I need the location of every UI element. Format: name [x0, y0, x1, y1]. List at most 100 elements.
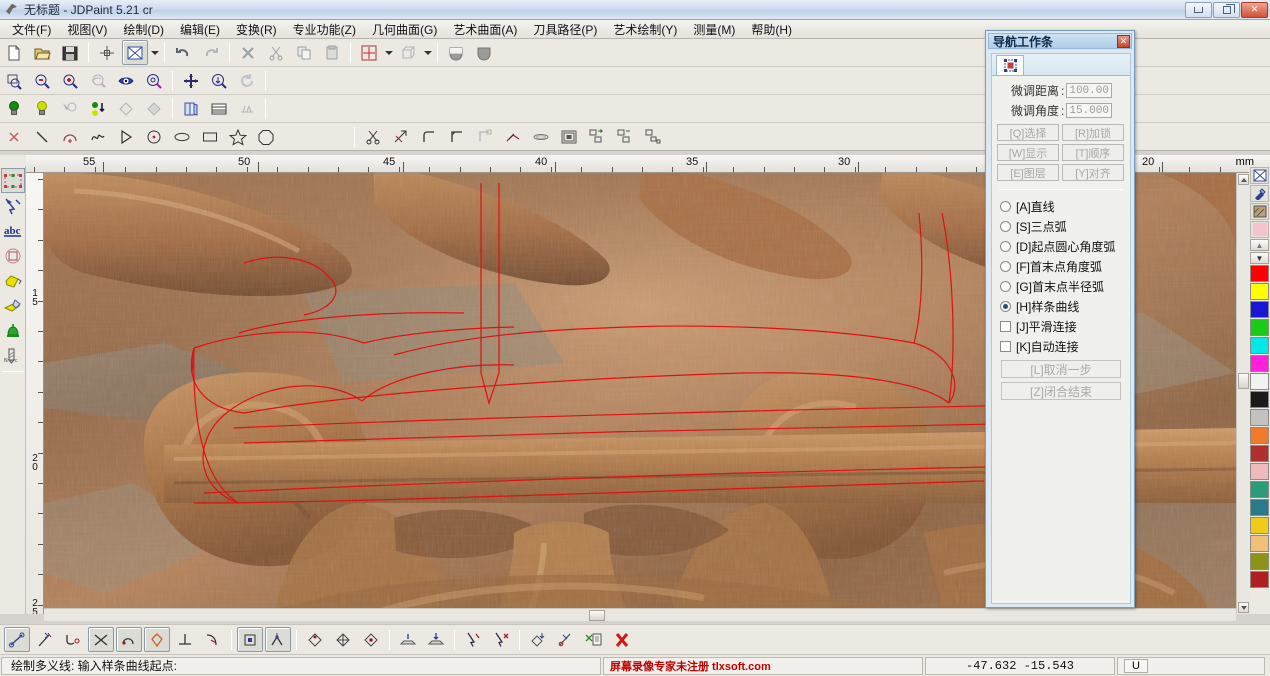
btn-order[interactable]: [T]顺序 — [1062, 144, 1124, 161]
color-swatch[interactable] — [1250, 355, 1269, 372]
array-icon-1[interactable] — [584, 124, 610, 149]
offset-angle-icon[interactable] — [500, 124, 526, 149]
zoom-all-icon[interactable] — [113, 68, 139, 93]
color-swatch[interactable] — [1250, 571, 1269, 588]
radio-indicator[interactable] — [1000, 280, 1011, 292]
view-box-icon[interactable] — [122, 40, 148, 65]
flatten-icon[interactable] — [395, 627, 421, 652]
star-icon[interactable] — [225, 124, 251, 149]
arc-icon[interactable] — [57, 124, 83, 149]
radio-line[interactable]: [A]直线 — [997, 196, 1125, 216]
checkbox-indicator[interactable] — [1000, 340, 1011, 352]
open-file-icon[interactable] — [29, 40, 55, 65]
vertical-ruler[interactable]: 15 20 25 — [26, 173, 44, 614]
zoom-in-icon[interactable] — [57, 68, 83, 93]
shape-orange-icon[interactable] — [144, 627, 170, 652]
delete-icon[interactable] — [235, 40, 261, 65]
restore-button[interactable] — [1213, 1, 1240, 18]
canvas-vscrollbar[interactable] — [1236, 173, 1249, 614]
radio-three-point-arc[interactable]: [S]三点弧 — [997, 216, 1125, 236]
btn-close-finish[interactable]: [Z]闭合结束 — [1001, 382, 1121, 400]
rectangle-icon[interactable] — [197, 124, 223, 149]
zoom-previous-icon[interactable] — [85, 68, 111, 93]
color-swatch[interactable] — [1250, 499, 1269, 516]
spline-icon[interactable] — [85, 124, 111, 149]
radio-start-center-angle-arc[interactable]: [D]起点圆心角度弧 — [997, 236, 1125, 256]
texture-icon[interactable] — [1250, 203, 1269, 220]
color-swatch[interactable] — [1250, 337, 1269, 354]
light-green-icon[interactable] — [1, 96, 27, 121]
node-snap-icon[interactable] — [265, 627, 291, 652]
select-nodes-icon[interactable] — [0, 168, 25, 193]
radio-indicator[interactable] — [1000, 200, 1011, 212]
hscroll-thumb[interactable] — [589, 610, 605, 621]
ellipse-icon[interactable] — [169, 124, 195, 149]
btn-display[interactable]: [W]显示 — [997, 144, 1059, 161]
view-box-dropdown[interactable] — [149, 40, 160, 65]
btn-lock[interactable]: [R]加锁 — [1062, 124, 1124, 141]
menu-art-draw[interactable]: 艺术绘制(Y) — [605, 19, 685, 40]
shade-top-icon[interactable] — [443, 40, 469, 65]
menu-geometry-surface[interactable]: 几何曲面(G) — [364, 19, 445, 40]
cut-icon[interactable] — [263, 40, 289, 65]
text-abc-icon[interactable]: abc — [1, 218, 25, 243]
axis-red-icon[interactable] — [356, 40, 382, 65]
btn-select[interactable]: [Q]选择 — [997, 124, 1059, 141]
node-add-icon[interactable] — [32, 627, 58, 652]
menu-measure[interactable]: 测量(M) — [685, 19, 743, 40]
menu-file[interactable]: 文件(F) — [4, 19, 59, 40]
radio-spline-curve[interactable]: [H]样条曲线 — [997, 296, 1125, 316]
shape-ring-icon[interactable] — [1, 243, 25, 268]
node-edit-icon[interactable] — [4, 627, 30, 652]
menu-art-surface[interactable]: 艺术曲面(A) — [445, 19, 525, 40]
nest-icon[interactable] — [556, 124, 582, 149]
btn-layer[interactable]: [E]图层 — [997, 164, 1059, 181]
color-swatch[interactable] — [1250, 265, 1269, 282]
fill-yellow-icon[interactable] — [1, 268, 25, 293]
vscroll-up-button[interactable] — [1238, 174, 1249, 185]
axis-dropdown[interactable] — [383, 40, 394, 65]
polyline-icon[interactable] — [113, 124, 139, 149]
corner-icon[interactable] — [472, 124, 498, 149]
color-swatch[interactable] — [1250, 553, 1269, 570]
zoom-selected-icon[interactable] — [141, 68, 167, 93]
shade-right-icon[interactable] — [141, 96, 167, 121]
layers-icon[interactable] — [178, 96, 204, 121]
menu-toolpath[interactable]: 刀具路径(P) — [525, 19, 605, 40]
curve-smooth-icon[interactable] — [116, 627, 142, 652]
menu-draw[interactable]: 绘制(D) — [115, 19, 172, 40]
light-yellow-icon[interactable] — [29, 96, 55, 121]
fine-tune-angle-input[interactable]: 15.000 — [1066, 103, 1113, 118]
color-swatch[interactable] — [1250, 319, 1269, 336]
trim-icon[interactable] — [360, 124, 386, 149]
shade-left-icon[interactable] — [113, 96, 139, 121]
palette-close-icon[interactable] — [1250, 167, 1269, 184]
circle-center-icon[interactable] — [141, 124, 167, 149]
dynamic-zoom-icon[interactable] — [206, 68, 232, 93]
zoom-out-icon[interactable] — [29, 68, 55, 93]
redo-icon[interactable] — [198, 40, 224, 65]
radio-indicator[interactable] — [1000, 240, 1011, 252]
tangent-icon[interactable] — [200, 627, 226, 652]
radio-indicator[interactable] — [1000, 300, 1011, 312]
color-swatch[interactable] — [1250, 463, 1269, 480]
new-file-icon[interactable] — [1, 40, 27, 65]
undo-icon[interactable] — [170, 40, 196, 65]
light-pick-icon[interactable] — [57, 96, 83, 121]
menu-view[interactable]: 视图(V) — [59, 19, 115, 40]
nav-tool-icon[interactable] — [996, 55, 1024, 75]
perpendicular-icon[interactable] — [172, 627, 198, 652]
mode-indicator[interactable]: U — [1124, 658, 1148, 673]
chamfer-icon[interactable] — [444, 124, 470, 149]
menu-help[interactable]: 帮助(H) — [743, 19, 800, 40]
array-icon-3[interactable] — [640, 124, 666, 149]
color-swatch[interactable] — [1250, 283, 1269, 300]
checkbox-indicator[interactable] — [1000, 320, 1011, 332]
mesh-icon[interactable] — [234, 96, 260, 121]
zoom-window-icon[interactable] — [1, 68, 27, 93]
color-swatch[interactable] — [1250, 391, 1269, 408]
point-icon[interactable] — [1, 124, 27, 149]
copy-icon[interactable] — [291, 40, 317, 65]
select-arrow-icon[interactable] — [460, 627, 486, 652]
checkbox-smooth-connect[interactable]: [J]平滑连接 — [997, 316, 1125, 336]
